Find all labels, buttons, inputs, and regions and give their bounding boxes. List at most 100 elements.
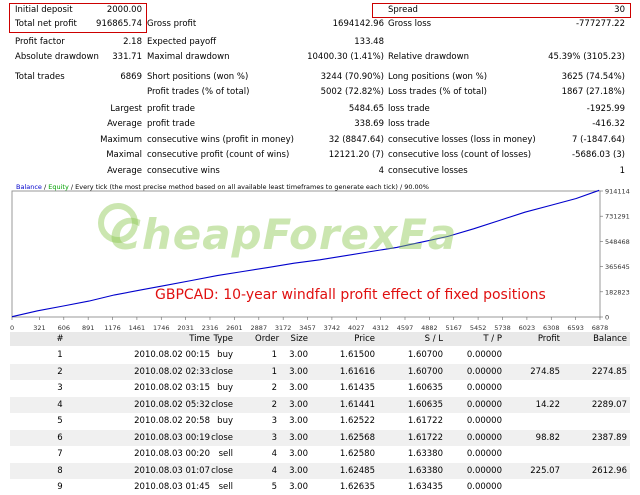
table-cell: 6 bbox=[57, 432, 63, 443]
column-header: Price bbox=[354, 334, 375, 344]
largest-label: Largest bbox=[110, 104, 142, 114]
table-cell: 4 bbox=[271, 465, 277, 476]
table-cell: 2 bbox=[271, 383, 277, 393]
table-row[interactable]: 9 2010.08.03 01:45 sell 5 3.00 1.62635 1.63435… bbox=[10, 479, 630, 495]
table-cell: 2010.08.02 00:15 bbox=[134, 350, 210, 360]
column-header: Time bbox=[189, 334, 210, 344]
x-tick-label: 321 bbox=[33, 324, 45, 331]
long-positions-value: 3625 (74.54%) bbox=[561, 72, 625, 82]
table-cell: 3.00 bbox=[289, 416, 308, 426]
legend-description: / Every tick (the most precise method ba… bbox=[69, 183, 429, 191]
max-cons-wins-value: 32 (8847.64) bbox=[328, 135, 384, 145]
table-cell: 1.61435 bbox=[339, 383, 375, 393]
table-row[interactable]: 2 2010.08.02 02:33 close 1 3.00 1.61616 1.6070… bbox=[10, 363, 630, 380]
x-tick-label: 3457 bbox=[299, 324, 316, 331]
maximal-cons-loss-value: -5686.03 (3) bbox=[572, 150, 625, 160]
table-cell: 1.62580 bbox=[339, 449, 375, 459]
x-tick-label: 2887 bbox=[251, 324, 268, 331]
table-row[interactable]: 7 2010.08.03 00:20 sell 4 3.00 1.62580 1.63380… bbox=[10, 446, 630, 462]
table-cell: 9 bbox=[57, 482, 63, 492]
x-tick-label: 1746 bbox=[153, 324, 170, 331]
average-profit-value: 338.69 bbox=[354, 119, 384, 129]
table-cell: 3.00 bbox=[289, 482, 308, 492]
expected-payoff-label: Expected payoff bbox=[147, 37, 217, 47]
x-tick-label: 6308 bbox=[543, 324, 560, 331]
watermark: CheapForexEa bbox=[110, 210, 458, 259]
table-cell: 3 bbox=[271, 432, 277, 443]
table-cell: 3.00 bbox=[289, 465, 308, 476]
table-cell: 1.60635 bbox=[407, 383, 443, 393]
y-tick-label: 365645 bbox=[605, 263, 630, 271]
table-row[interactable]: 6 2010.08.03 00:19 close 3 3.00 1.62568 1.6172… bbox=[10, 429, 630, 446]
table-cell: 2289.07 bbox=[591, 399, 627, 410]
table-row[interactable]: 4 2010.08.02 05:32 close 2 3.00 1.61441 1.6063… bbox=[10, 396, 630, 413]
table-cell: 2612.96 bbox=[591, 465, 627, 476]
x-tick-label: 2601 bbox=[226, 324, 243, 331]
table-cell: 1.60700 bbox=[407, 350, 443, 360]
x-tick-label: 2031 bbox=[177, 324, 194, 331]
maximal-drawdown-label: Maximal drawdown bbox=[147, 52, 230, 62]
table-cell: 3.00 bbox=[289, 449, 308, 459]
table-cell: 1.60700 bbox=[407, 366, 443, 377]
table-cell: 2 bbox=[57, 366, 63, 377]
largest-loss-label: loss trade bbox=[388, 104, 430, 114]
table-cell: 5 bbox=[271, 482, 277, 492]
gross-profit-value: 1694142.96 bbox=[332, 19, 384, 29]
table-cell: 1.61441 bbox=[339, 399, 375, 410]
expected-payoff-value: 133.48 bbox=[354, 37, 384, 47]
table-row[interactable]: 8 2010.08.03 01:07 close 4 3.00 1.62485 1.6338… bbox=[10, 462, 630, 479]
table-cell: sell bbox=[218, 482, 233, 492]
profit-factor-label: Profit factor bbox=[15, 37, 65, 47]
table-cell: buy bbox=[217, 416, 233, 426]
column-header: T / P bbox=[483, 334, 502, 344]
table-cell: 3 bbox=[271, 416, 277, 426]
max-cons-losses-value: 7 (-1847.64) bbox=[572, 135, 625, 145]
x-tick-label: 891 bbox=[82, 324, 94, 331]
profit-trades-label: Profit trades (% of total) bbox=[147, 87, 250, 97]
table-cell: 1.63380 bbox=[407, 449, 443, 459]
table-cell: 3.00 bbox=[289, 432, 308, 443]
table-cell: 2010.08.03 00:20 bbox=[134, 449, 210, 459]
chart-legend: Balance / Equity / Every tick (the most … bbox=[16, 183, 429, 191]
relative-drawdown-label: Relative drawdown bbox=[388, 52, 469, 62]
table-cell: close bbox=[211, 465, 233, 476]
x-tick-label: 4027 bbox=[348, 324, 365, 331]
x-tick-label: 606 bbox=[58, 324, 70, 331]
long-positions-label: Long positions (won %) bbox=[388, 72, 488, 82]
table-cell: 4 bbox=[271, 449, 277, 459]
table-row[interactable]: 5 2010.08.02 20:58 buy 3 3.00 1.62522 1.61722 0… bbox=[10, 413, 630, 429]
x-tick-label: 2316 bbox=[202, 324, 219, 331]
table-cell: close bbox=[211, 399, 233, 410]
average2-label: Average bbox=[107, 166, 142, 176]
gross-profit-label: Gross profit bbox=[147, 19, 197, 29]
x-tick-label: 0 bbox=[10, 324, 14, 331]
table-cell: buy bbox=[217, 350, 233, 360]
table-cell: 1.62635 bbox=[339, 482, 375, 492]
x-tick-label: 5167 bbox=[445, 324, 462, 331]
table-row[interactable]: 3 2010.08.02 03:15 buy 2 3.00 1.61435 1.60635 0… bbox=[10, 380, 630, 396]
legend-balance: Balance bbox=[16, 183, 42, 191]
table-cell: 98.82 bbox=[535, 432, 560, 443]
table-cell: 1.63435 bbox=[407, 482, 443, 492]
spread-label: Spread bbox=[388, 5, 418, 15]
table-cell: 4 bbox=[57, 399, 63, 410]
largest-profit-label: profit trade bbox=[147, 104, 195, 114]
y-tick-label: 731291 bbox=[605, 213, 630, 221]
maximal-cons-loss-label: consecutive loss (count of losses) bbox=[388, 150, 532, 160]
total-trades-label: Total trades bbox=[15, 72, 65, 82]
table-cell: 5 bbox=[57, 416, 63, 426]
table-cell: 2010.08.03 01:07 bbox=[134, 465, 210, 476]
table-cell: close bbox=[211, 432, 233, 443]
absolute-drawdown-value: 331.71 bbox=[112, 52, 142, 62]
column-header: Type bbox=[213, 334, 233, 344]
initial-deposit-value: 2000.00 bbox=[106, 5, 142, 15]
total-trades-value: 6869 bbox=[120, 72, 142, 82]
table-cell: 0.00000 bbox=[466, 350, 502, 360]
column-header: Order bbox=[255, 334, 280, 344]
table-cell: 1.61722 bbox=[407, 432, 443, 443]
table-row[interactable]: 1 2010.08.02 00:15 buy 1 3.00 1.61500 1.60700 0… bbox=[10, 347, 630, 363]
table-cell: 1.61500 bbox=[339, 350, 375, 360]
table-cell: 2010.08.03 00:19 bbox=[134, 432, 210, 443]
x-tick-label: 6593 bbox=[567, 324, 584, 331]
table-cell: buy bbox=[217, 383, 233, 393]
